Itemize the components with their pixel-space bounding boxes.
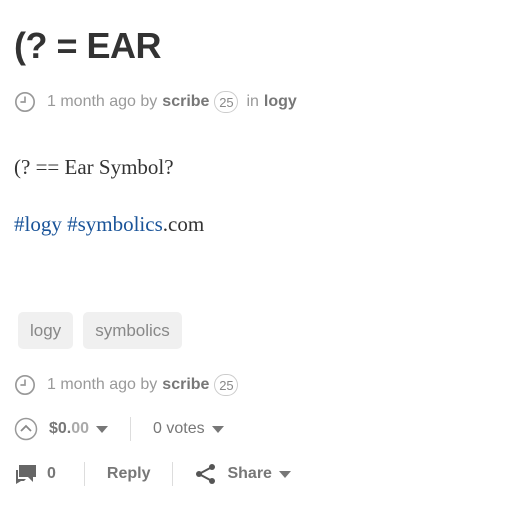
comment-icon[interactable] xyxy=(14,463,38,485)
share-icon[interactable] xyxy=(195,463,217,485)
votes-count[interactable]: 0 votes xyxy=(153,420,205,438)
payout-cents: 00 xyxy=(71,420,90,437)
author-link[interactable]: scribe xyxy=(162,376,209,394)
action-row: 0 Reply Share xyxy=(14,462,291,486)
post-body-line: (? == Ear Symbol? xyxy=(14,155,174,179)
share-dropdown-icon[interactable] xyxy=(278,470,291,478)
post-title: (? = EAR xyxy=(14,25,162,66)
post-meta-bottom: 1 month ago by scribe 25 xyxy=(14,374,239,396)
author-link[interactable]: scribe xyxy=(162,93,209,111)
in-label: in xyxy=(246,93,259,110)
reply-button[interactable]: Reply xyxy=(107,465,151,483)
hashtag-link-logy[interactable]: #logy xyxy=(14,212,62,236)
tag-list: logy symbolics xyxy=(18,312,182,349)
divider xyxy=(172,462,174,486)
reputation-badge: 25 xyxy=(214,374,239,396)
post-time: 1 month ago by xyxy=(47,93,158,110)
post-meta-top: 1 month ago by scribe 25 in logy xyxy=(14,91,297,113)
share-button[interactable]: Share xyxy=(227,465,271,483)
payout-dropdown-icon[interactable] xyxy=(96,425,109,433)
hashtag-suffix: .com xyxy=(162,212,205,236)
post-hashtags-line: #logy #symbolics.com xyxy=(14,212,204,237)
divider xyxy=(83,462,85,486)
clock-icon xyxy=(15,375,35,395)
clock-icon xyxy=(15,92,35,112)
vote-row: $0.00 0 votes xyxy=(14,417,224,441)
tag-logy[interactable]: logy xyxy=(18,312,74,349)
tag-symbolics[interactable]: symbolics xyxy=(83,312,182,349)
votes-dropdown-icon[interactable] xyxy=(211,425,224,433)
hashtag-link-symbolics[interactable]: #symbolics xyxy=(67,212,163,236)
comment-count[interactable]: 0 xyxy=(47,465,56,483)
upvote-icon[interactable] xyxy=(14,417,38,441)
payout-main: $0. xyxy=(49,420,72,437)
payout-button[interactable]: $0.00 xyxy=(49,420,89,438)
divider xyxy=(130,417,132,441)
category-link[interactable]: logy xyxy=(264,93,297,111)
reputation-badge: 25 xyxy=(214,91,239,113)
post-time: 1 month ago by xyxy=(47,376,158,393)
